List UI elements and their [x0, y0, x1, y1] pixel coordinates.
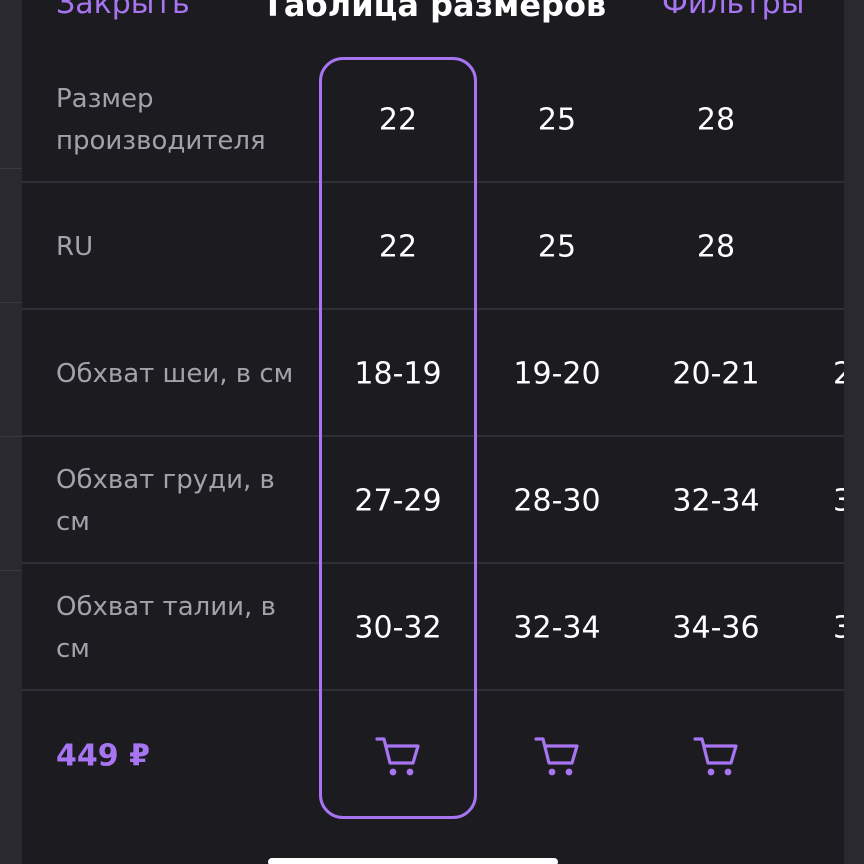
size-cell[interactable]: 2	[833, 356, 844, 391]
table-row-cart: 449 ₽	[22, 692, 844, 819]
row-label: Обхват груди, в см	[56, 464, 275, 537]
add-to-cart-button[interactable]	[374, 732, 422, 780]
size-cell[interactable]: 18-19	[354, 356, 441, 391]
size-cell[interactable]: 34-36	[672, 610, 759, 645]
size-cell[interactable]: 3	[833, 483, 844, 518]
table-row-waist: Обхват талии, в см 30-32 32-34 34-36 3	[22, 564, 844, 691]
table-row-neck: Обхват шеи, в см 18-19 19-20 20-21 2	[22, 310, 844, 437]
row-label: Обхват талии, в см	[56, 591, 276, 664]
price-label: 449 ₽	[56, 738, 150, 773]
background-page-strip	[0, 0, 22, 864]
row-label: Размер производителя	[56, 83, 266, 156]
size-cell[interactable]: 22	[379, 229, 417, 264]
size-cell[interactable]: 30-32	[354, 610, 441, 645]
size-cell[interactable]: 32-34	[513, 610, 600, 645]
shopping-cart-icon	[534, 736, 579, 775]
table-row-ru: RU 22 25 28	[22, 183, 844, 310]
table-row-manufacturer-size: Размер производителя 22 25 28	[22, 56, 844, 183]
size-cell[interactable]: 3	[833, 610, 844, 645]
size-cell[interactable]: 28	[697, 102, 735, 137]
size-cell[interactable]: 28	[697, 229, 735, 264]
table-row-chest: Обхват груди, в см 27-29 28-30 32-34 3	[22, 437, 844, 564]
home-indicator	[268, 858, 558, 864]
shopping-cart-icon	[693, 736, 738, 775]
size-cell[interactable]: 25	[538, 102, 576, 137]
close-button[interactable]: Закрыть	[56, 0, 190, 21]
row-label: RU	[56, 231, 94, 262]
size-chart-sheet: Закрыть Таблица размеров Фильтры Размер …	[22, 0, 844, 864]
filters-button[interactable]: Фильтры	[662, 0, 804, 21]
sheet-header: Закрыть Таблица размеров Фильтры	[22, 0, 844, 56]
add-to-cart-button[interactable]	[533, 732, 581, 780]
background-divider	[0, 436, 22, 437]
size-cell[interactable]: 19-20	[513, 356, 600, 391]
sheet-title: Таблица размеров	[262, 0, 607, 24]
add-to-cart-button[interactable]	[692, 732, 740, 780]
background-page-strip	[844, 0, 864, 864]
size-cell[interactable]: 25	[538, 229, 576, 264]
background-divider	[0, 302, 22, 303]
size-cell[interactable]: 22	[379, 102, 417, 137]
background-divider	[0, 168, 22, 169]
shopping-cart-icon	[375, 736, 420, 775]
row-divider	[22, 689, 844, 691]
size-cell[interactable]: 20-21	[672, 356, 759, 391]
size-cell[interactable]: 32-34	[672, 483, 759, 518]
size-cell[interactable]: 27-29	[354, 483, 441, 518]
size-cell[interactable]: 28-30	[513, 483, 600, 518]
background-divider	[0, 570, 22, 571]
row-label: Обхват шеи, в см	[56, 358, 294, 389]
